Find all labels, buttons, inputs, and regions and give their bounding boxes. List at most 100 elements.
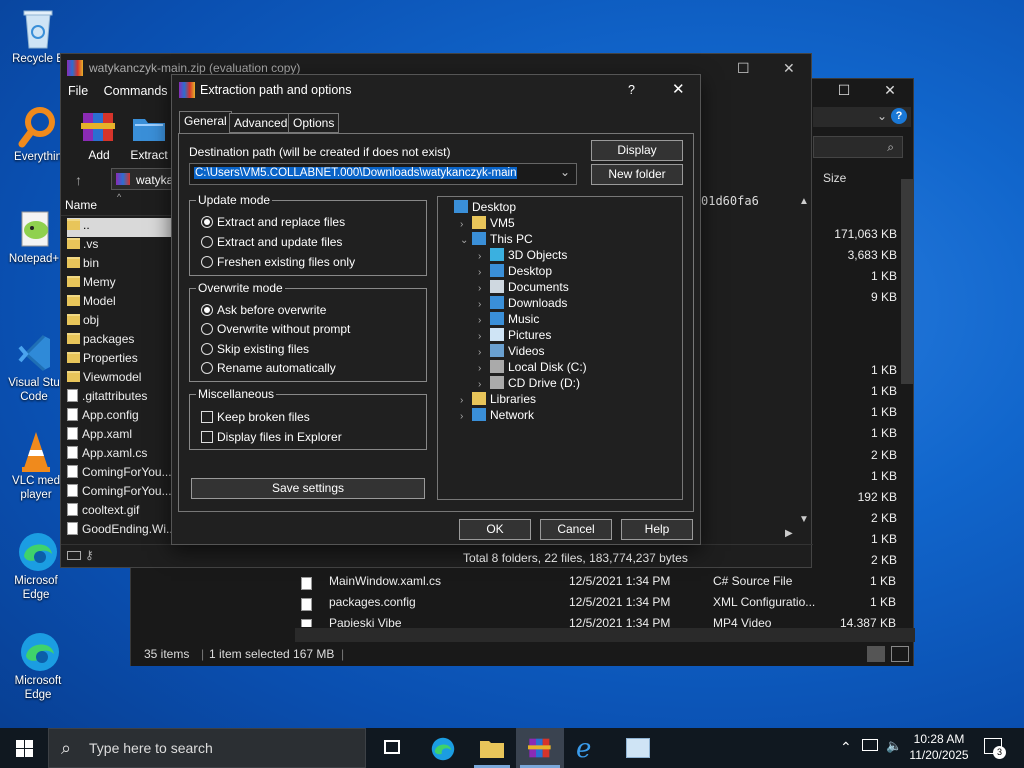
up-arrow-icon[interactable]: ↑ bbox=[75, 172, 82, 188]
radio-rename-automatically[interactable]: Rename automatically bbox=[201, 361, 336, 375]
chevron-right-icon[interactable]: › bbox=[460, 411, 472, 422]
radio-skip-existing[interactable]: Skip existing files bbox=[201, 342, 309, 356]
start-button[interactable] bbox=[0, 728, 48, 768]
tree-node[interactable]: › Desktop bbox=[478, 264, 552, 278]
notification-center-icon[interactable]: 3 bbox=[984, 738, 1006, 759]
cancel-button[interactable]: Cancel bbox=[540, 519, 612, 540]
list-item[interactable]: Properties bbox=[67, 351, 171, 370]
tree-node[interactable]: › Documents bbox=[478, 280, 569, 294]
taskbar-search-box[interactable]: ⌕ Type here to search bbox=[48, 728, 366, 768]
checkbox-display-explorer[interactable]: Display files in Explorer bbox=[201, 430, 342, 444]
tree-node[interactable]: › Local Disk (C:) bbox=[478, 360, 587, 374]
menu-commands[interactable]: Commands bbox=[104, 84, 168, 98]
taskbar-file-explorer[interactable] bbox=[468, 728, 516, 768]
chevron-right-icon[interactable]: › bbox=[478, 283, 490, 294]
scroll-down-icon[interactable]: ▼ bbox=[799, 514, 809, 525]
destination-path-input[interactable]: C:\Users\VM5.COLLABNET.000\Downloads\wat… bbox=[189, 163, 577, 185]
clock[interactable]: 10:28 AM 11/20/2025 bbox=[906, 731, 972, 763]
table-row[interactable]: MainWindow.xaml.cs 12/5/2021 1:34 PM C# … bbox=[301, 571, 911, 592]
radio-extract-update[interactable]: Extract and update files bbox=[201, 235, 342, 249]
list-item[interactable]: App.config bbox=[67, 408, 171, 427]
list-item[interactable]: cooltext.gif bbox=[67, 503, 171, 522]
list-item[interactable]: Model bbox=[67, 294, 171, 313]
tree-node[interactable]: › Downloads bbox=[478, 296, 567, 310]
chevron-down-icon[interactable]: ⌄ bbox=[560, 165, 570, 179]
tree-node[interactable]: › Videos bbox=[478, 344, 544, 358]
list-item[interactable]: ComingForYou... bbox=[67, 465, 171, 484]
taskbar-winrar[interactable] bbox=[516, 728, 564, 768]
chevron-right-icon[interactable]: › bbox=[478, 267, 490, 278]
radio-freshen-existing[interactable]: Freshen existing files only bbox=[201, 255, 355, 269]
volume-muted-icon[interactable]: 🔈 bbox=[886, 738, 902, 754]
tree-node[interactable]: › VM5 bbox=[460, 216, 515, 230]
chevron-right-icon[interactable]: › bbox=[478, 363, 490, 374]
taskbar-internet-explorer[interactable]: e bbox=[566, 728, 614, 768]
chevron-right-icon[interactable]: › bbox=[478, 379, 490, 390]
tree-node[interactable]: › 3D Objects bbox=[478, 248, 567, 262]
checkbox-keep-broken[interactable]: Keep broken files bbox=[201, 410, 310, 424]
desktop-icon-vscode[interactable]: Visual Stu Code bbox=[2, 304, 66, 418]
table-row[interactable]: packages.config 12/5/2021 1:34 PM XML Co… bbox=[301, 592, 911, 613]
radio-overwrite-without-prompt[interactable]: Overwrite without prompt bbox=[201, 322, 350, 336]
network-icon[interactable] bbox=[862, 739, 878, 751]
explorer-maximize-button[interactable]: ☐ bbox=[821, 79, 867, 101]
list-item[interactable]: App.xaml bbox=[67, 427, 171, 446]
desktop-icon-edge-1[interactable]: Microsof Edge bbox=[4, 502, 68, 616]
explorer-search-box[interactable]: ⌕ bbox=[813, 136, 903, 158]
chevron-right-icon[interactable]: › bbox=[478, 315, 490, 326]
tab-advanced[interactable]: Advanced bbox=[229, 113, 293, 133]
toolbar-extract-button[interactable]: Extract bbox=[129, 109, 169, 162]
tree-node[interactable]: › CD Drive (D:) bbox=[478, 376, 580, 390]
chevron-down-icon[interactable]: ⌄ bbox=[877, 109, 887, 123]
list-item[interactable]: bin bbox=[67, 256, 171, 275]
list-item[interactable]: packages bbox=[67, 332, 171, 351]
radio-extract-replace[interactable]: Extract and replace files bbox=[201, 215, 345, 229]
taskbar-edge[interactable] bbox=[418, 728, 466, 768]
tree-node[interactable]: Desktop bbox=[442, 200, 516, 214]
list-item[interactable]: .gitattributes bbox=[67, 389, 171, 408]
size-column-header[interactable]: Size bbox=[823, 171, 846, 185]
explorer-horizontal-scrollbar[interactable] bbox=[295, 628, 915, 642]
explorer-scrollbar[interactable] bbox=[901, 179, 913, 384]
tiles-view-icon[interactable] bbox=[891, 646, 909, 662]
chevron-right-icon[interactable]: › bbox=[460, 395, 472, 406]
ok-button[interactable]: OK bbox=[459, 519, 531, 540]
explorer-close-button[interactable]: ✕ bbox=[867, 79, 913, 101]
list-item[interactable]: .vs bbox=[67, 237, 171, 256]
list-item[interactable]: .. bbox=[67, 218, 171, 237]
chevron-down-icon[interactable]: ⌄ bbox=[460, 235, 472, 246]
menu-file[interactable]: File bbox=[68, 84, 88, 98]
task-view-button[interactable] bbox=[368, 728, 416, 768]
chevron-right-icon[interactable]: › bbox=[478, 347, 490, 358]
winrar-close-button[interactable]: ✕ bbox=[783, 54, 795, 82]
chevron-right-icon[interactable]: › bbox=[460, 219, 472, 230]
table-row[interactable]: Papieski Vibe 12/5/2021 1:34 PM MP4 Vide… bbox=[301, 613, 911, 627]
display-button[interactable]: Display bbox=[591, 140, 683, 161]
desktop-icon-edge-2[interactable]: Microsoft Edge bbox=[6, 602, 70, 716]
tab-general[interactable]: General bbox=[179, 111, 232, 134]
tree-node[interactable]: › Music bbox=[478, 312, 539, 326]
radio-ask-overwrite[interactable]: Ask before overwrite bbox=[201, 303, 326, 317]
scroll-right-icon[interactable]: ▶ bbox=[785, 528, 793, 539]
chevron-up-icon[interactable]: ⌃ bbox=[840, 739, 852, 756]
tab-options[interactable]: Options bbox=[288, 113, 340, 133]
new-folder-button[interactable]: New folder bbox=[591, 164, 683, 185]
list-item[interactable]: App.xaml.cs bbox=[67, 446, 171, 465]
winrar-path-box[interactable]: watyka bbox=[111, 168, 175, 190]
list-item[interactable]: obj bbox=[67, 313, 171, 332]
tree-node[interactable]: › Pictures bbox=[478, 328, 551, 342]
dialog-help-button[interactable]: ? bbox=[628, 75, 635, 105]
chevron-right-icon[interactable]: › bbox=[478, 331, 490, 342]
help-icon[interactable]: ? bbox=[891, 108, 907, 124]
details-view-icon[interactable] bbox=[867, 646, 885, 662]
taskbar-control-panel[interactable] bbox=[614, 728, 662, 768]
list-item[interactable]: GoodEnding.Wi... bbox=[67, 522, 171, 541]
chevron-right-icon[interactable]: › bbox=[478, 251, 490, 262]
tree-node[interactable]: ⌄ This PC bbox=[460, 232, 533, 246]
scroll-up-icon[interactable]: ▲ bbox=[799, 196, 809, 207]
toolbar-add-button[interactable]: Add bbox=[79, 109, 119, 162]
desktop-icon-vlc[interactable]: VLC med player bbox=[4, 402, 68, 516]
save-settings-button[interactable]: Save settings bbox=[191, 478, 425, 499]
help-button[interactable]: Help bbox=[621, 519, 693, 540]
chevron-right-icon[interactable]: › bbox=[478, 299, 490, 310]
